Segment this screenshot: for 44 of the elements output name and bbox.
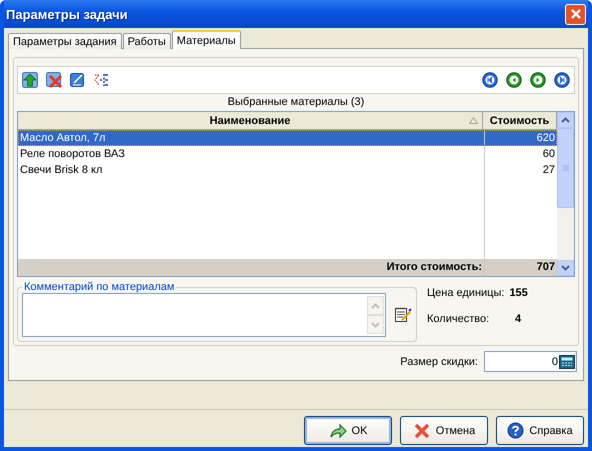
caret-up-icon (561, 117, 570, 124)
caret-down-icon (371, 322, 380, 328)
up-arrow-icon[interactable] (22, 72, 38, 88)
tab[interactable]: Материалы (172, 30, 241, 49)
discount-field[interactable]: 0 (484, 351, 577, 372)
discount-label: Размер скидки: (400, 356, 478, 368)
scrollbar[interactable] (557, 112, 574, 276)
help-icon (507, 422, 524, 439)
dialog-button[interactable]: Справка (496, 416, 584, 445)
tab[interactable]: Параметры задания (8, 33, 122, 49)
cross-icon (412, 422, 431, 440)
edit-icon[interactable] (70, 72, 86, 88)
close-icon (570, 8, 582, 20)
tab[interactable]: Работы (122, 33, 171, 49)
arrow-icon (328, 422, 347, 438)
table-cell-text: Реле поворотов ВАЗ (19, 147, 126, 162)
caret-up-icon (371, 302, 380, 308)
grip-icon (562, 165, 569, 172)
calculator-icon[interactable] (559, 354, 575, 368)
grid-caption: Выбранные материалы (3) (226, 95, 366, 110)
table-cell-text: Свечи Brisk 8 кл (19, 163, 104, 178)
quantity-value: 4 (515, 313, 522, 325)
first-icon[interactable] (482, 72, 498, 88)
caret-down-icon (561, 265, 570, 271)
last-icon[interactable] (554, 72, 570, 88)
notepad-icon[interactable] (394, 306, 412, 324)
comment-field[interactable] (22, 293, 386, 337)
window-title: Параметры задачи (6, 6, 128, 22)
delete-icon[interactable] (46, 72, 62, 88)
next-icon[interactable] (530, 72, 546, 88)
column-header[interactable]: Наименование (18, 112, 483, 130)
unit-price-value: 155 (509, 287, 528, 299)
tree-icon[interactable] (94, 72, 110, 88)
dialog-button[interactable]: OK (304, 416, 392, 445)
quantity-label: Количество: (427, 313, 490, 325)
sort-icon (469, 117, 478, 124)
unit-price-label: Цена единицы: (427, 287, 504, 299)
previous-icon[interactable] (506, 72, 522, 88)
close-button[interactable] (565, 4, 586, 24)
table-cell-text: Масло Автол, 7л (19, 131, 106, 146)
total-label: Итого стоимость: (386, 260, 483, 275)
grid-row[interactable]: Масло Автол, 7л 620 (18, 130, 557, 146)
group-legend: Комментарий по материалам (22, 281, 176, 293)
dialog-button[interactable]: Отмена (400, 416, 488, 445)
